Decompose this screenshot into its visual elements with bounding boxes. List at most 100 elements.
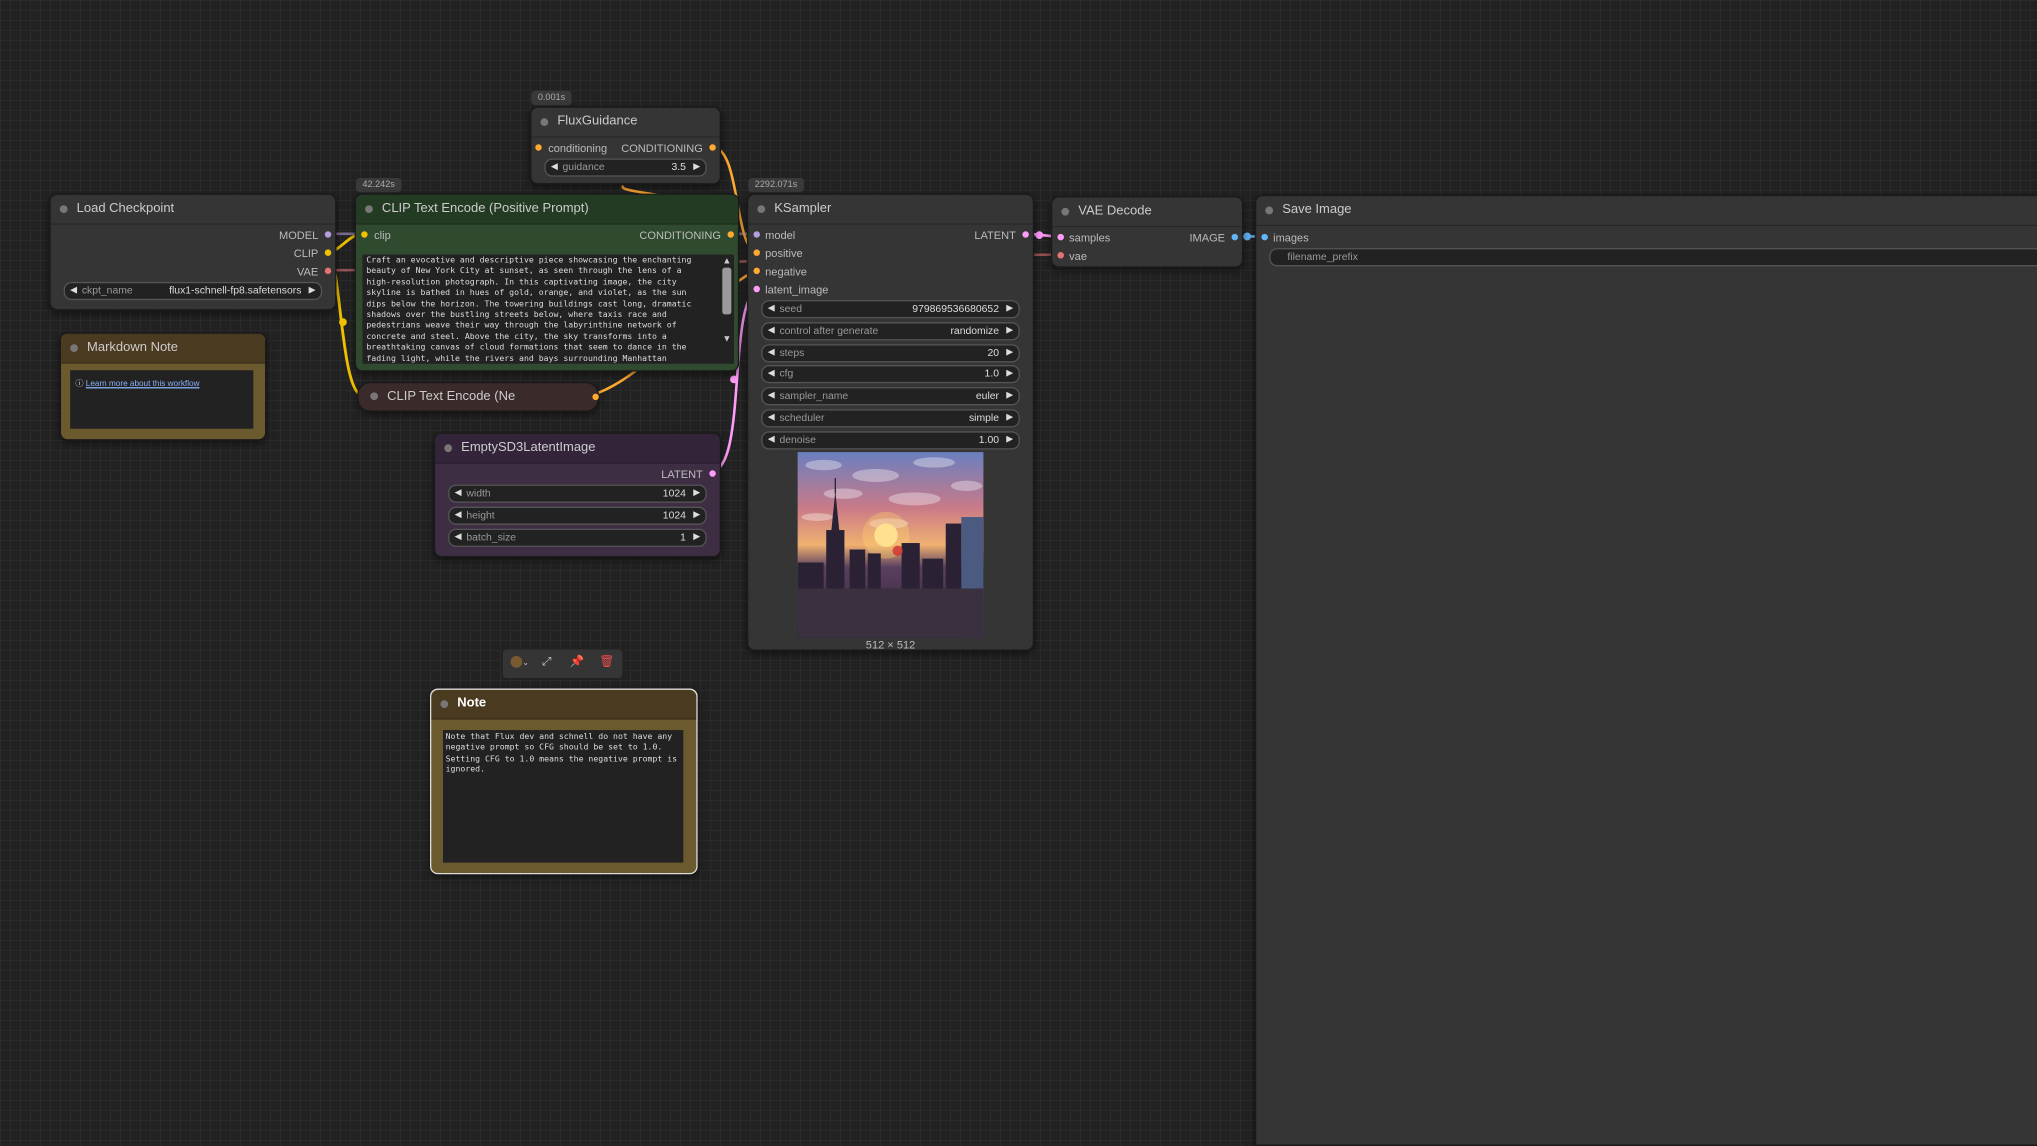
workflow-link[interactable]: Learn more about this workflow — [86, 379, 200, 388]
color-picker-icon[interactable]: ⌄ — [507, 655, 533, 673]
conditioning-output-dot[interactable] — [592, 393, 599, 401]
filename-prefix-field[interactable]: filename_prefix — [1269, 248, 2037, 267]
collapse-dot-icon[interactable] — [444, 444, 453, 453]
clip-positive-node[interactable]: CLIP Text Encode (Positive Prompt) clip … — [354, 193, 740, 372]
model-input-dot[interactable] — [753, 231, 760, 238]
scroll-down-arrow-icon[interactable]: ▼ — [721, 335, 733, 344]
clip-output-dot[interactable] — [324, 249, 332, 256]
decrement-arrow-icon[interactable]: ◀ — [768, 434, 775, 444]
clip-output-label: CLIP — [293, 246, 319, 260]
collapse-dot-icon[interactable] — [70, 344, 78, 353]
ckpt-name-select[interactable]: ◀ ckpt_name flux1-schnell-fp8.safetensor… — [63, 281, 323, 301]
image-output-dot[interactable] — [1231, 233, 1239, 241]
textarea-scrollbar[interactable]: ▲ ▼ — [721, 257, 733, 361]
scroll-up-arrow-icon[interactable]: ▲ — [721, 257, 733, 266]
collapse-dot-icon[interactable] — [1061, 207, 1070, 216]
clip-positive-title[interactable]: CLIP Text Encode (Positive Prompt) — [355, 194, 738, 225]
negative-input-dot[interactable] — [753, 267, 760, 275]
collapse-dot-icon[interactable] — [1265, 206, 1274, 215]
prev-arrow-icon[interactable]: ◀ — [768, 412, 775, 422]
increment-arrow-icon[interactable]: ▶ — [693, 487, 700, 497]
control-after-generate-widget[interactable]: ◀ control after generate randomize ▶ — [761, 322, 1020, 341]
scroll-thumb[interactable] — [722, 267, 732, 315]
vae-output-dot[interactable] — [324, 267, 332, 275]
save-image-node[interactable]: Save Image images filename_prefix — [1254, 194, 2037, 1146]
prev-arrow-icon[interactable]: ◀ — [70, 285, 77, 295]
positive-input-dot[interactable] — [753, 249, 760, 256]
increment-arrow-icon[interactable]: ▶ — [693, 531, 700, 542]
ckpt-name-value: flux1-schnell-fp8.safetensors — [169, 284, 302, 297]
collapse-dot-icon[interactable] — [59, 205, 68, 214]
sampler-name-widget[interactable]: ◀ sampler_name euler ▶ — [761, 387, 1020, 406]
height-widget[interactable]: ◀ height 1024 ▶ — [448, 506, 707, 525]
model-output-dot[interactable] — [324, 231, 332, 238]
increment-arrow-icon[interactable]: ▶ — [693, 161, 700, 171]
trash-icon[interactable]: 🗑 — [596, 655, 617, 673]
latent-output-dot[interactable] — [1022, 231, 1029, 238]
vae-decode-node[interactable]: VAE Decode samples vae IMAGE — [1050, 196, 1244, 268]
positive-prompt-textarea[interactable]: Craft an evocative and descriptive piece… — [362, 254, 734, 364]
images-input-dot[interactable] — [1261, 233, 1268, 241]
decrement-arrow-icon[interactable]: ◀ — [768, 347, 775, 357]
note-textarea[interactable]: Note that Flux dev and schnell do not ha… — [442, 730, 684, 863]
increment-arrow-icon[interactable]: ▶ — [1006, 368, 1013, 378]
wand-icon[interactable]: ⤢ — [537, 655, 558, 673]
samples-input-dot[interactable] — [1057, 233, 1064, 241]
seed-widget[interactable]: ◀ seed 979869536680652 ▶ — [761, 300, 1020, 319]
next-arrow-icon[interactable]: ▶ — [1006, 390, 1013, 400]
guidance-widget[interactable]: ◀ guidance 3.5 ▶ — [544, 158, 707, 177]
ksampler-node[interactable]: KSampler model positive negative latent_… — [746, 193, 1035, 651]
increment-arrow-icon[interactable]: ▶ — [1006, 303, 1013, 313]
clip-positive-timing: 42.242s — [355, 177, 402, 193]
graph-canvas[interactable]: Save Image images filename_prefix 0.001s… — [0, 0, 2037, 1146]
save-image-title[interactable]: Save Image — [1256, 196, 2037, 227]
clip-negative-node[interactable]: CLIP Text Encode (Ne — [357, 381, 599, 412]
decrement-arrow-icon[interactable]: ◀ — [551, 161, 558, 171]
load-checkpoint-node[interactable]: Load Checkpoint MODEL CLIP VAE ◀ ckpt_na… — [49, 193, 337, 311]
latent-output-dot[interactable] — [709, 470, 716, 477]
vae-decode-title[interactable]: VAE Decode — [1052, 197, 1242, 228]
pin-icon[interactable]: 📌 — [566, 655, 587, 673]
cfg-widget[interactable]: ◀ cfg 1.0 ▶ — [761, 365, 1020, 384]
vae-input-dot[interactable] — [1057, 252, 1064, 259]
clip-negative-title[interactable]: CLIP Text Encode (Ne — [359, 383, 598, 410]
steps-widget[interactable]: ◀ steps 20 ▶ — [761, 344, 1020, 363]
collapse-dot-icon[interactable] — [440, 700, 449, 709]
markdown-note-node[interactable]: Markdown Note ⓘ Learn more about this wo… — [59, 332, 267, 441]
decrement-arrow-icon[interactable]: ◀ — [455, 487, 462, 497]
increment-arrow-icon[interactable]: ▶ — [1006, 434, 1013, 444]
next-arrow-icon[interactable]: ▶ — [1006, 325, 1013, 335]
next-arrow-icon[interactable]: ▶ — [309, 285, 316, 295]
latent-image-input-dot[interactable] — [753, 285, 760, 293]
next-arrow-icon[interactable]: ▶ — [1006, 412, 1013, 422]
flux-guidance-title[interactable]: FluxGuidance — [531, 108, 720, 138]
increment-arrow-icon[interactable]: ▶ — [693, 509, 700, 520]
prev-arrow-icon[interactable]: ◀ — [768, 325, 775, 335]
decrement-arrow-icon[interactable]: ◀ — [455, 509, 462, 520]
increment-arrow-icon[interactable]: ▶ — [1006, 347, 1013, 357]
collapse-dot-icon[interactable] — [540, 118, 549, 127]
prev-arrow-icon[interactable]: ◀ — [768, 390, 775, 400]
conditioning-output-dot[interactable] — [727, 231, 734, 238]
conditioning-output-dot[interactable] — [709, 144, 716, 151]
clip-input-dot[interactable] — [361, 231, 368, 238]
empty-latent-node[interactable]: EmptySD3LatentImage LATENT ◀ width 1024 … — [433, 432, 722, 558]
denoise-widget[interactable]: ◀ denoise 1.00 ▶ — [761, 431, 1020, 450]
collapse-dot-icon[interactable] — [757, 205, 766, 214]
conditioning-input-dot[interactable] — [535, 144, 542, 151]
ksampler-title[interactable]: KSampler — [748, 195, 1033, 225]
note-title[interactable]: Note — [431, 689, 697, 720]
width-widget[interactable]: ◀ width 1024 ▶ — [448, 484, 707, 503]
note-node[interactable]: Note Note that Flux dev and schnell do n… — [430, 688, 698, 875]
flux-guidance-node[interactable]: FluxGuidance conditioning CONDITIONING ◀… — [530, 106, 722, 185]
decrement-arrow-icon[interactable]: ◀ — [768, 303, 775, 313]
decrement-arrow-icon[interactable]: ◀ — [768, 368, 775, 378]
batch-size-widget[interactable]: ◀ batch_size 1 ▶ — [448, 528, 707, 547]
markdown-note-title[interactable]: Markdown Note — [61, 333, 266, 364]
load-checkpoint-title[interactable]: Load Checkpoint — [50, 195, 336, 225]
collapse-dot-icon[interactable] — [370, 392, 379, 401]
scheduler-widget[interactable]: ◀ scheduler simple ▶ — [761, 409, 1020, 428]
empty-latent-title[interactable]: EmptySD3LatentImage — [435, 433, 720, 464]
decrement-arrow-icon[interactable]: ◀ — [455, 531, 462, 542]
collapse-dot-icon[interactable] — [365, 205, 373, 214]
